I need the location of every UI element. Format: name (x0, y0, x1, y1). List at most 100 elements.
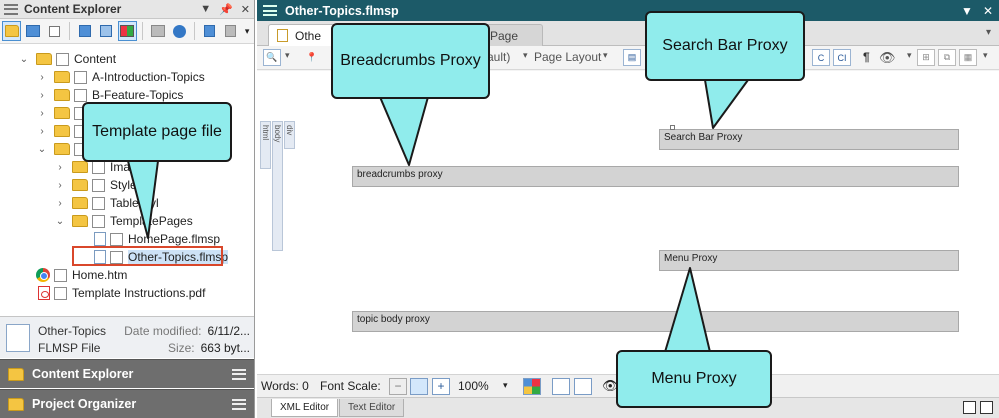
content-explorer-toolbar: ▾ (0, 19, 254, 44)
hamburger-menu-icon[interactable] (232, 398, 246, 410)
tree-item-checkbox[interactable] (74, 70, 87, 84)
menu-proxy[interactable]: Menu Proxy (659, 250, 959, 271)
tree-item-checkbox[interactable] (92, 160, 105, 174)
medium-dropdown[interactable]: ault) (487, 50, 510, 64)
hamburger-menu-icon[interactable] (232, 368, 246, 380)
collapse-arrow-icon[interactable]: › (36, 108, 48, 119)
tab-label: Othe (295, 28, 322, 43)
new-item-button[interactable] (75, 21, 94, 41)
menu-grip-icon[interactable] (4, 3, 18, 15)
font-scale-increase-button[interactable]: + (432, 378, 450, 395)
insert-button[interactable]: ⊞ (917, 49, 935, 66)
tree-item-checkbox[interactable] (92, 214, 105, 228)
collapse-arrow-icon[interactable]: › (54, 198, 66, 209)
view-dropdown-icon[interactable]: ▾ (907, 50, 912, 61)
tree-item[interactable]: Home.htm (0, 266, 254, 284)
pin-tool-icon[interactable]: 📍 (303, 49, 321, 66)
properties-button[interactable]: ▦ (959, 49, 977, 66)
tree-item-label: Images (110, 160, 150, 174)
collapse-arrow-icon[interactable]: › (36, 126, 48, 137)
duplicate-button[interactable]: ⧉ (938, 49, 956, 66)
font-scale-reset-button[interactable] (410, 378, 428, 395)
tab-text-editor[interactable]: Text Editor (339, 399, 405, 417)
zoom-value[interactable]: 100% (458, 379, 489, 393)
show-tags-button[interactable] (574, 378, 592, 395)
tree-item[interactable]: Template Instructions.pdf (0, 284, 254, 302)
tree-item[interactable]: › TableStyl (0, 194, 254, 212)
folder-icon (72, 179, 88, 191)
open-button[interactable] (200, 21, 219, 41)
tree-item-checkbox[interactable] (110, 232, 123, 246)
tree-item-checkbox[interactable] (74, 88, 87, 102)
document-titlebar: Other-Topics.flmsp ▼ ✕ (257, 0, 999, 21)
tree-item[interactable]: ⌄ TemplatePages (0, 212, 254, 230)
tree-item-checkbox[interactable] (54, 286, 67, 300)
medium-dropdown-arrow-icon[interactable]: ▾ (523, 50, 528, 61)
grid-view-button[interactable] (117, 21, 138, 41)
pin-icon[interactable]: 📌 (219, 3, 233, 16)
split-vertical-icon[interactable] (963, 401, 976, 414)
condition-indicator-button[interactable]: CI (833, 49, 851, 66)
view-options-button[interactable] (23, 21, 42, 41)
body-structure-tag[interactable]: body (272, 121, 283, 251)
folder-icon (72, 215, 88, 227)
file-details: Other-Topics Date modified: 6/11/2... FL… (0, 316, 254, 358)
copy-button[interactable] (96, 21, 115, 41)
tree-item-checkbox[interactable] (56, 52, 69, 66)
menu-grip-icon[interactable] (263, 5, 277, 16)
folder-view-button[interactable] (2, 21, 22, 41)
search-bar-proxy[interactable]: Search Bar Proxy (659, 129, 959, 150)
condition-tags-button[interactable]: C (812, 49, 830, 66)
dropdown-arrow-icon[interactable]: ▼ (200, 3, 211, 16)
color-layout-button[interactable] (523, 378, 541, 395)
show-marks-icon[interactable]: ¶ (863, 50, 870, 64)
font-scale-decrease-button[interactable]: − (389, 378, 407, 395)
close-icon[interactable]: ✕ (241, 3, 250, 16)
collapse-arrow-icon[interactable]: › (36, 90, 48, 101)
document-title: Other-Topics.flmsp (285, 3, 399, 18)
page-layout-dropdown[interactable]: Page Layout (534, 50, 601, 64)
refresh-button[interactable] (169, 21, 188, 41)
div-structure-tag[interactable]: div (284, 121, 295, 149)
structure-bars-button[interactable] (552, 378, 570, 395)
expand-arrow-icon[interactable]: ⌄ (18, 54, 30, 65)
word-count: Words: 0 (261, 379, 309, 393)
dock-content-explorer[interactable]: Content Explorer (0, 359, 254, 388)
html-structure-tag[interactable]: html (260, 121, 271, 169)
collapse-arrow-icon[interactable]: › (54, 180, 66, 191)
toolbar-overflow-icon[interactable]: ▾ (983, 50, 988, 61)
tree-item[interactable]: › Styleshe (0, 176, 254, 194)
expand-arrow-icon[interactable]: ⌄ (54, 216, 66, 227)
tree-item-checkbox[interactable] (54, 268, 67, 282)
preview-button[interactable]: ▤ (623, 49, 641, 66)
link-button[interactable] (221, 21, 240, 41)
checkbox-toggle-button[interactable] (45, 21, 64, 41)
scroll-tabs-icon[interactable]: ▾ (986, 27, 991, 38)
delete-button[interactable] (148, 21, 167, 41)
tree-item-label: Template Instructions.pdf (72, 286, 206, 300)
split-horizontal-icon[interactable] (980, 401, 993, 414)
close-icon[interactable]: ✕ (983, 4, 993, 18)
page-layout-dropdown-arrow-icon[interactable]: ▾ (603, 50, 608, 61)
topic-body-proxy[interactable]: topic body proxy (352, 311, 959, 332)
collapse-arrow-icon[interactable]: › (54, 162, 66, 173)
refresh-icon (172, 24, 186, 38)
breadcrumbs-proxy[interactable]: breadcrumbs proxy (352, 166, 959, 187)
tree-item-checkbox[interactable] (92, 196, 105, 210)
zoom-button[interactable]: 🔍 (263, 49, 281, 66)
breadcrumbs-callout: Breadcrumbs Proxy (331, 23, 490, 99)
tab-xml-editor[interactable]: XML Editor (271, 399, 339, 417)
dock-project-organizer[interactable]: Project Organizer (0, 389, 254, 418)
template-canvas[interactable]: html body div Search Bar Proxy breadcrum… (257, 71, 999, 374)
toolbar-overflow-button[interactable]: ▾ (242, 21, 252, 41)
tree-item[interactable]: › A-Introduction-Topics (0, 68, 254, 86)
tree-item-checkbox[interactable] (92, 178, 105, 192)
eye-view-icon[interactable]: 👁 (879, 50, 896, 66)
dropdown-arrow-icon[interactable]: ▼ (961, 4, 973, 18)
expand-arrow-icon[interactable]: ⌄ (36, 144, 48, 155)
collapse-arrow-icon[interactable]: › (36, 72, 48, 83)
anchor-handle-icon (670, 125, 675, 130)
tree-item[interactable]: ⌄ Content (0, 50, 254, 68)
zoom-dropdown-icon[interactable]: ▾ (503, 380, 508, 391)
zoom-dropdown-icon[interactable]: ▾ (285, 50, 290, 61)
